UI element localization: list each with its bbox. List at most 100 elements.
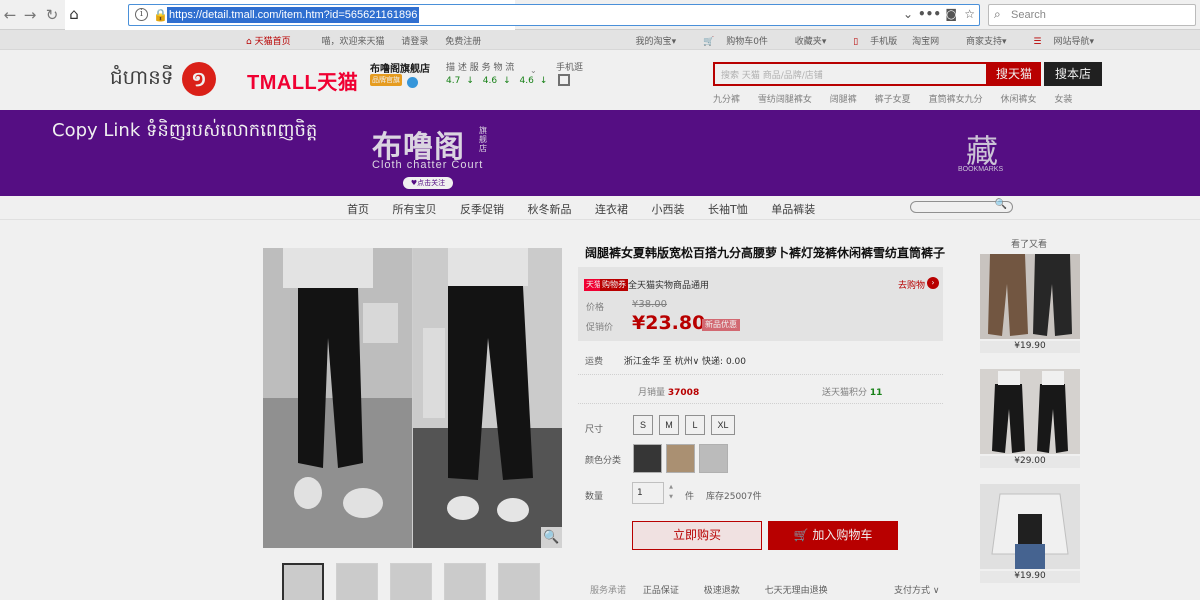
color-option-khaki[interactable] xyxy=(666,444,695,473)
browser-search-box[interactable]: ⌕ Search xyxy=(988,4,1196,26)
login-link[interactable]: 请登录 xyxy=(401,37,428,47)
favorites-link[interactable]: 收藏夹▾ xyxy=(783,37,827,47)
shop-nav-all[interactable]: 所有宝贝 xyxy=(393,203,437,216)
search-tmall-button[interactable]: 搜天猫 xyxy=(987,62,1041,86)
product-photo-right xyxy=(413,248,562,548)
chevron-right-icon[interactable]: › xyxy=(927,277,939,289)
product-title: 阔腿裤女夏韩版宽松百搭九分高腰萝卜裤灯笼裤休闲裤雪纺直筒裤子 xyxy=(585,246,946,260)
shop-name[interactable]: 布噜阁旗舰店 xyxy=(370,60,430,75)
buy-now-button[interactable]: 立即购买 xyxy=(632,521,762,550)
recommend-item-2[interactable] xyxy=(980,369,1080,454)
thumbnail-3[interactable] xyxy=(390,563,432,600)
reload-icon[interactable]: ↻ xyxy=(42,5,62,25)
shop-nav-home[interactable]: 首页 xyxy=(347,203,369,216)
cart-icon: 🛒 xyxy=(702,37,715,47)
shop-nav-clearance[interactable]: 反季促销 xyxy=(460,203,504,216)
back-icon[interactable]: ← xyxy=(0,5,20,25)
shop-nav-new[interactable]: 秋冬新品 xyxy=(528,203,572,216)
merchant-support-link[interactable]: 商家支持▾ xyxy=(954,37,1007,47)
recommend-price-1: ¥19.90 xyxy=(980,341,1080,353)
get-voucher-link[interactable]: 去购物 xyxy=(898,278,925,291)
quantity-input[interactable]: 1 xyxy=(632,482,664,504)
search-icon[interactable]: 🔍 xyxy=(995,199,1007,210)
quantity-label: 数量 xyxy=(585,492,604,502)
thumbnail-5[interactable] xyxy=(498,563,540,600)
service-label: 服务承诺 xyxy=(590,586,627,596)
chevron-down-icon[interactable]: ⌄ xyxy=(530,66,537,75)
service-item[interactable]: 正品保证 xyxy=(643,586,679,596)
color-option-black[interactable] xyxy=(633,444,662,473)
chevron-down-icon[interactable]: ⌄ xyxy=(903,7,913,21)
service-item[interactable]: 七天无理由退换 xyxy=(765,586,828,596)
register-link[interactable]: 免费注册 xyxy=(445,37,481,47)
search-shop-button[interactable]: 搜本店 xyxy=(1044,62,1102,86)
taobao-link[interactable]: 淘宝网 xyxy=(912,37,939,47)
address-bar[interactable]: i 🔒 https://detail.tmall.com/item.htm?id… xyxy=(128,4,980,26)
rating-service: 4.6 ↓ xyxy=(482,76,511,86)
sales-row: 月销量 37008 送天猫积分 11 xyxy=(578,374,943,404)
thumbnail-1[interactable] xyxy=(282,563,324,600)
shop-nav-pants[interactable]: 单品裤装 xyxy=(771,203,815,216)
thumbnail-4[interactable] xyxy=(444,563,486,600)
recommend-item-1[interactable] xyxy=(980,254,1080,339)
site-search-placeholder: 搜索 天猫 商品/品牌/店铺 xyxy=(721,71,823,81)
tmall-home-link[interactable]: ⌂ 天猫首页 xyxy=(246,37,305,47)
payment-methods[interactable]: 支付方式 ∨ xyxy=(894,583,939,596)
follow-button[interactable]: ♥点击关注 xyxy=(403,177,453,189)
size-option-m[interactable]: M xyxy=(659,415,679,435)
thumbnail-2[interactable] xyxy=(336,563,378,600)
add-to-cart-button[interactable]: 🛒 加入购物车 xyxy=(768,521,898,550)
hot-word[interactable]: 直筒裤女九分 xyxy=(929,95,983,105)
size-option-s[interactable]: S xyxy=(633,415,653,435)
also-viewed-label: 看了又看 xyxy=(1011,240,1048,250)
size-option-l[interactable]: L xyxy=(685,415,705,435)
mobile-link[interactable]: ▯ 手机版 xyxy=(841,37,897,47)
shop-nav-dresses[interactable]: 连衣裙 xyxy=(595,203,628,216)
forward-icon[interactable]: → xyxy=(20,5,40,25)
hot-word[interactable]: 九分裤 xyxy=(713,95,740,105)
site-nav-link[interactable]: ☰ 网站导航▾ xyxy=(1021,37,1094,47)
shop-nav-blazers[interactable]: 小西装 xyxy=(652,203,685,216)
copy-link-instruction: Copy Link ទំនិញរបស់លោកពេញចិត្ត xyxy=(52,120,318,141)
shop-nav-longsleeve[interactable]: 长袖T恤 xyxy=(708,203,748,216)
size-option-xl[interactable]: XL xyxy=(711,415,735,435)
info-icon[interactable]: i xyxy=(135,8,148,21)
bookmark-star-icon[interactable]: ☆ xyxy=(964,7,975,21)
promo-badge: 新品优惠 xyxy=(702,319,740,331)
hot-word[interactable]: 休闲裤女 xyxy=(1000,95,1036,105)
list-icon: ☰ xyxy=(1033,37,1042,47)
my-taobao-link[interactable]: 我的淘宝▾ xyxy=(624,37,677,47)
qr-code-icon[interactable] xyxy=(558,74,570,86)
home-icon[interactable]: ⌂ xyxy=(64,4,84,24)
tmall-logo[interactable]: TMALL天猫 xyxy=(247,66,358,95)
pocket-icon[interactable]: ◙ xyxy=(945,7,957,21)
shipping-value[interactable]: 浙江金华 至 杭州∨ 快递: 0.00 xyxy=(624,357,746,367)
recommend-photo-2 xyxy=(980,369,1080,454)
hot-word[interactable]: 雪纺阔腿裤女 xyxy=(758,95,812,105)
site-top-bar: ⌂ 天猫首页 喵，欢迎来天猫 请登录 免费注册 我的淘宝▾ 🛒 购物车0件 收藏夹… xyxy=(0,30,1200,50)
url-text[interactable]: https://detail.tmall.com/item.htm?id=565… xyxy=(167,7,420,23)
bookmark-label[interactable]: BOOKMARKS xyxy=(958,166,1003,173)
zoom-icon[interactable]: 🔍 xyxy=(541,527,562,548)
promo-price-label: 促销价 xyxy=(586,323,614,333)
hot-word[interactable]: 裤子女夏 xyxy=(875,95,911,105)
recommend-item-3[interactable] xyxy=(980,484,1080,569)
lock-icon: 🔒 xyxy=(153,8,168,22)
price-label: 价格 xyxy=(586,303,605,313)
main-product-image[interactable] xyxy=(263,248,562,548)
brand-flagship-tag: 旗舰店 xyxy=(479,126,487,153)
shop-search-input[interactable]: 🔍 xyxy=(910,199,1013,213)
quantity-stepper[interactable]: ▲ ▼ xyxy=(666,482,676,504)
size-label: 尺寸 xyxy=(585,425,604,435)
mobile-label[interactable]: 手机逛 xyxy=(556,60,583,73)
hot-word[interactable]: 阔腿裤 xyxy=(830,95,857,105)
welcome-text: 喵，欢迎来天猫 xyxy=(321,37,385,47)
service-item[interactable]: 极速退款 xyxy=(704,586,740,596)
color-option-grey[interactable] xyxy=(699,444,728,473)
cart-icon: 🛒 xyxy=(793,528,809,542)
site-search-input[interactable]: 搜索 天猫 商品/品牌/店铺 xyxy=(713,62,988,86)
wangwang-icon[interactable] xyxy=(407,77,418,88)
hot-word[interactable]: 女装 xyxy=(1054,95,1072,105)
more-icon[interactable]: ••• xyxy=(918,7,941,21)
cart-link[interactable]: 🛒 购物车0件 xyxy=(691,37,768,47)
